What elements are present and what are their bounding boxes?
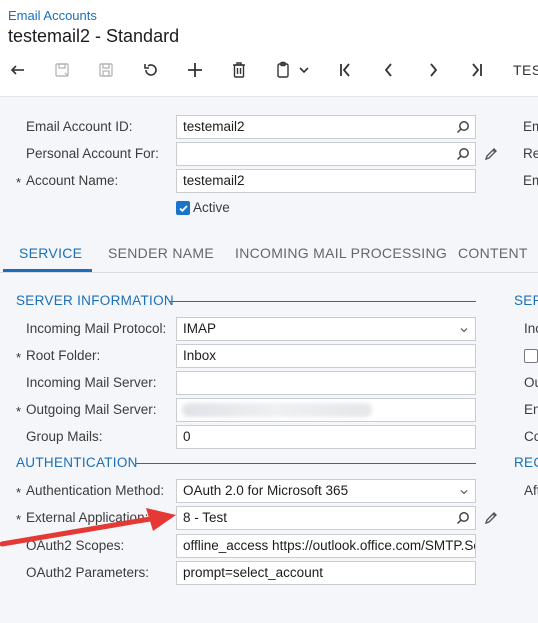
tab-sender-name[interactable]: SENDER NAME — [108, 245, 214, 261]
search-icon[interactable] — [456, 120, 470, 134]
required-marker: * — [16, 175, 22, 190]
right-summary-label: Em — [523, 119, 538, 134]
plus-icon[interactable] — [181, 56, 209, 84]
authentication-method-label: Authentication Method: — [26, 483, 165, 498]
email-account-id-field[interactable]: testemail2 — [176, 115, 476, 139]
right-column-label: Ou — [524, 375, 538, 390]
trash-icon[interactable] — [225, 56, 253, 84]
account-name-field[interactable]: testemail2 — [176, 169, 476, 193]
active-tab-indicator — [3, 269, 92, 272]
active-checkbox[interactable] — [176, 201, 190, 215]
section-title-server-information: SERVER INFORMATION — [16, 293, 174, 308]
section-divider — [136, 463, 476, 464]
chevron-down-icon[interactable] — [459, 487, 469, 497]
right-section-title: SER — [514, 293, 538, 308]
outgoing-mail-server-label: Outgoing Mail Server: — [26, 402, 157, 417]
tab-service[interactable]: SERVICE — [19, 245, 82, 261]
search-icon[interactable] — [456, 147, 470, 161]
toolbar: TES — [0, 56, 538, 84]
account-name-value: testemail2 — [183, 173, 245, 188]
personal-account-for-label: Personal Account For: — [26, 146, 159, 161]
save-close-icon[interactable] — [48, 56, 76, 84]
email-account-id-value: testemail2 — [183, 119, 245, 134]
tab-content[interactable]: CONTENT — [458, 245, 528, 261]
next-record-icon[interactable] — [419, 56, 447, 84]
authentication-method-value: OAuth 2.0 for Microsoft 365 — [183, 483, 349, 498]
breadcrumb[interactable]: Email Accounts — [8, 8, 97, 23]
incoming-mail-server-label: Incoming Mail Server: — [26, 375, 157, 390]
group-mails-label: Group Mails: — [26, 429, 103, 444]
incoming-mail-protocol-label: Incoming Mail Protocol: — [26, 321, 167, 336]
first-record-icon[interactable] — [331, 56, 359, 84]
oauth2-parameters-label: OAuth2 Parameters: — [26, 565, 150, 580]
root-folder-value: Inbox — [183, 348, 217, 363]
group-mails-field[interactable]: 0 — [176, 425, 476, 449]
personal-account-for-field[interactable] — [176, 142, 476, 166]
chevron-down-icon[interactable] — [459, 325, 469, 335]
active-label: Active — [193, 200, 230, 215]
chevron-down-icon[interactable] — [295, 56, 313, 84]
oauth2-scopes-value: offline_access https://outlook.office.co… — [183, 538, 476, 553]
right-summary-label: Re — [523, 146, 538, 161]
account-name-label: Account Name: — [26, 173, 119, 188]
right-section-title: REC — [514, 455, 538, 470]
incoming-mail-server-field[interactable] — [176, 371, 476, 395]
redacted-server-address — [182, 403, 372, 417]
section-divider — [170, 301, 476, 302]
annotation-arrow — [0, 508, 176, 547]
oauth2-parameters-field[interactable]: prompt=select_account — [176, 561, 476, 585]
required-marker: * — [16, 485, 22, 500]
right-column-label: Inc — [524, 321, 538, 336]
undo-arrow-icon[interactable] — [4, 56, 32, 84]
save-icon[interactable] — [92, 56, 120, 84]
required-marker: * — [16, 350, 22, 365]
last-record-icon[interactable] — [463, 56, 491, 84]
search-icon[interactable] — [456, 511, 470, 525]
header: Email Accounts testemail2 - Standard TES — [0, 0, 538, 96]
right-column-label: Aft — [524, 483, 538, 498]
toolbar-overflow-text[interactable]: TES — [513, 62, 538, 78]
revert-icon[interactable] — [137, 56, 165, 84]
incoming-mail-protocol-select[interactable]: IMAP — [176, 317, 476, 341]
right-column-label: En — [524, 402, 538, 417]
pencil-icon[interactable] — [483, 146, 499, 162]
root-folder-field[interactable]: Inbox — [176, 344, 476, 368]
tab-bar: SERVICE SENDER NAME INCOMING MAIL PROCES… — [0, 233, 538, 273]
authentication-method-select[interactable]: OAuth 2.0 for Microsoft 365 — [176, 479, 476, 503]
pencil-icon[interactable] — [483, 510, 499, 526]
incoming-mail-protocol-value: IMAP — [183, 321, 217, 336]
right-summary-label: Em — [523, 173, 538, 188]
external-application-field[interactable]: 8 - Test — [176, 506, 476, 530]
email-account-id-label: Email Account ID: — [26, 119, 133, 134]
tab-incoming-mail-processing[interactable]: INCOMING MAIL PROCESSING — [235, 245, 447, 261]
oauth2-scopes-field[interactable]: offline_access https://outlook.office.co… — [176, 534, 476, 558]
section-title-authentication: AUTHENTICATION — [16, 455, 138, 470]
right-column-checkbox[interactable] — [524, 349, 538, 363]
oauth2-parameters-value: prompt=select_account — [183, 565, 323, 580]
right-column-label: Co — [524, 429, 538, 444]
clipboard-icon[interactable] — [269, 56, 297, 84]
previous-record-icon[interactable] — [375, 56, 403, 84]
outgoing-mail-server-field[interactable] — [176, 398, 476, 422]
required-marker: * — [16, 404, 22, 419]
group-mails-value: 0 — [183, 429, 191, 444]
page-title: testemail2 - Standard — [8, 26, 180, 46]
root-folder-label: Root Folder: — [26, 348, 101, 363]
